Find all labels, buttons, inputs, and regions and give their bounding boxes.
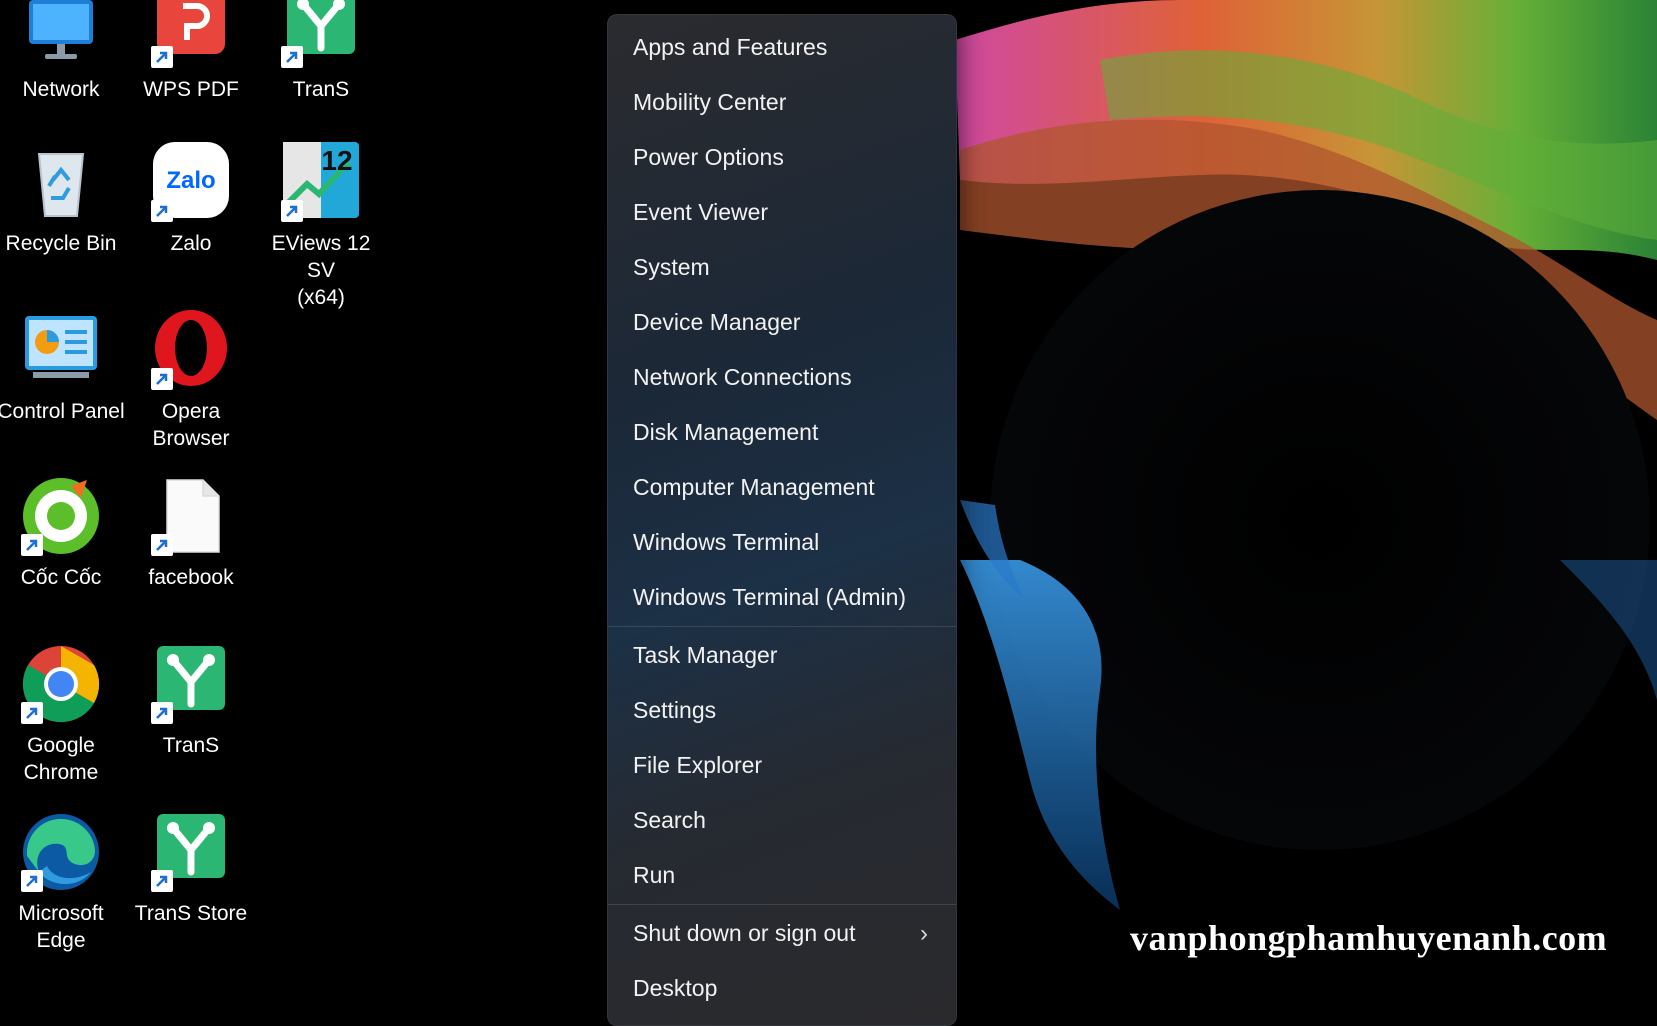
desktop-icon-control-panel[interactable]: Control Panel xyxy=(0,308,126,425)
watermark-text: vanphongphamhuyenanh.com xyxy=(1130,918,1608,958)
menu-item-computer-management[interactable]: Computer Management xyxy=(608,460,956,515)
menu-item-label: Shut down or sign out xyxy=(633,920,856,946)
desktop-icon-label: Zalo xyxy=(170,232,212,255)
desktop-icon-label: Recycle Bin xyxy=(5,232,117,255)
desktop-icon-label: Network xyxy=(22,78,100,101)
desktop-icon-label: facebook xyxy=(148,566,234,589)
desktop-icon-label: Cốc Cốc xyxy=(20,566,102,589)
menu-item-windows-terminal-admin[interactable]: Windows Terminal (Admin) xyxy=(608,570,956,625)
menu-item-shut-down-or-sign-out[interactable]: Shut down or sign out › xyxy=(608,906,956,961)
menu-item-apps-and-features[interactable]: Apps and Features xyxy=(608,20,956,75)
desktop-icon-label: EViews 12 SV (x64) xyxy=(271,232,371,309)
menu-item-device-manager[interactable]: Device Manager xyxy=(608,295,956,350)
desktop-icon-zalo[interactable]: Zalo Zalo xyxy=(126,140,256,257)
menu-separator xyxy=(608,904,956,905)
shortcut-arrow-icon xyxy=(21,702,43,724)
menu-item-system[interactable]: System xyxy=(608,240,956,295)
shortcut-arrow-icon xyxy=(281,46,303,68)
shortcut-arrow-icon xyxy=(21,534,43,556)
shortcut-arrow-icon xyxy=(151,46,173,68)
desktop-icon-wps-pdf[interactable]: WPS PDF xyxy=(126,0,256,103)
desktop-icon-edge[interactable]: Microsoft Edge xyxy=(0,810,126,954)
desktop-icon-label: TranS xyxy=(292,78,350,101)
desktop-icon-coccoc[interactable]: Cốc Cốc xyxy=(0,474,126,591)
shortcut-arrow-icon xyxy=(21,870,43,892)
desktop-icon-label: Microsoft Edge xyxy=(18,902,104,952)
desktop-icon-eviews[interactable]: 12 EViews 12 SV (x64) xyxy=(256,140,386,311)
shortcut-arrow-icon xyxy=(151,200,173,222)
zalo-glyph: Zalo xyxy=(166,167,215,194)
eviews-glyph: 12 xyxy=(321,145,352,176)
menu-item-network-connections[interactable]: Network Connections xyxy=(608,350,956,405)
winx-quick-link-menu: Apps and Features Mobility Center Power … xyxy=(607,14,957,1026)
desktop-icon-trans-store[interactable]: TranS Store xyxy=(126,810,256,927)
desktop-icon-opera[interactable]: Opera Browser xyxy=(126,308,256,452)
desktop-icon-facebook-file[interactable]: facebook xyxy=(126,474,256,591)
menu-group-session: Shut down or sign out › Desktop xyxy=(608,906,956,1016)
shortcut-arrow-icon xyxy=(281,200,303,222)
desktop-icon-trans[interactable]: TranS xyxy=(256,0,386,103)
desktop-icon-recycle-bin[interactable]: Recycle Bin xyxy=(0,140,126,257)
shortcut-arrow-icon xyxy=(151,702,173,724)
recycle-bin-icon xyxy=(37,153,85,217)
menu-item-disk-management[interactable]: Disk Management xyxy=(608,405,956,460)
menu-item-event-viewer[interactable]: Event Viewer xyxy=(608,185,956,240)
menu-separator xyxy=(608,626,956,627)
shortcut-arrow-icon xyxy=(151,870,173,892)
desktop-icon-label: TranS Store xyxy=(134,902,248,925)
menu-group-utilities: Task Manager Settings File Explorer Sear… xyxy=(608,628,956,903)
chevron-right-icon: › xyxy=(920,920,928,947)
control-panel-icon xyxy=(25,316,97,378)
menu-item-file-explorer[interactable]: File Explorer xyxy=(608,738,956,793)
desktop-icon-label: Google Chrome xyxy=(23,734,99,784)
desktop-icon-label: TranS xyxy=(162,734,220,757)
desktop-icon-network[interactable]: Network xyxy=(0,0,126,103)
desktop-icon-label: Control Panel xyxy=(0,400,125,423)
menu-item-windows-terminal[interactable]: Windows Terminal xyxy=(608,515,956,570)
desktop-icon-chrome[interactable]: Google Chrome xyxy=(0,642,126,786)
desktop-icon-label: WPS PDF xyxy=(143,78,239,101)
menu-item-power-options[interactable]: Power Options xyxy=(608,130,956,185)
shortcut-arrow-icon xyxy=(151,534,173,556)
menu-item-mobility-center[interactable]: Mobility Center xyxy=(608,75,956,130)
menu-group-admin-tools: Apps and Features Mobility Center Power … xyxy=(608,15,956,625)
menu-item-task-manager[interactable]: Task Manager xyxy=(608,628,956,683)
menu-item-run[interactable]: Run xyxy=(608,848,956,903)
menu-item-settings[interactable]: Settings xyxy=(608,683,956,738)
menu-item-search[interactable]: Search xyxy=(608,793,956,848)
shortcut-arrow-icon xyxy=(151,368,173,390)
desktop-icon-label: Opera Browser xyxy=(152,400,230,450)
desktop-icon-trans-2[interactable]: TranS xyxy=(126,642,256,759)
menu-item-desktop[interactable]: Desktop xyxy=(608,961,956,1016)
network-icon xyxy=(29,0,93,59)
